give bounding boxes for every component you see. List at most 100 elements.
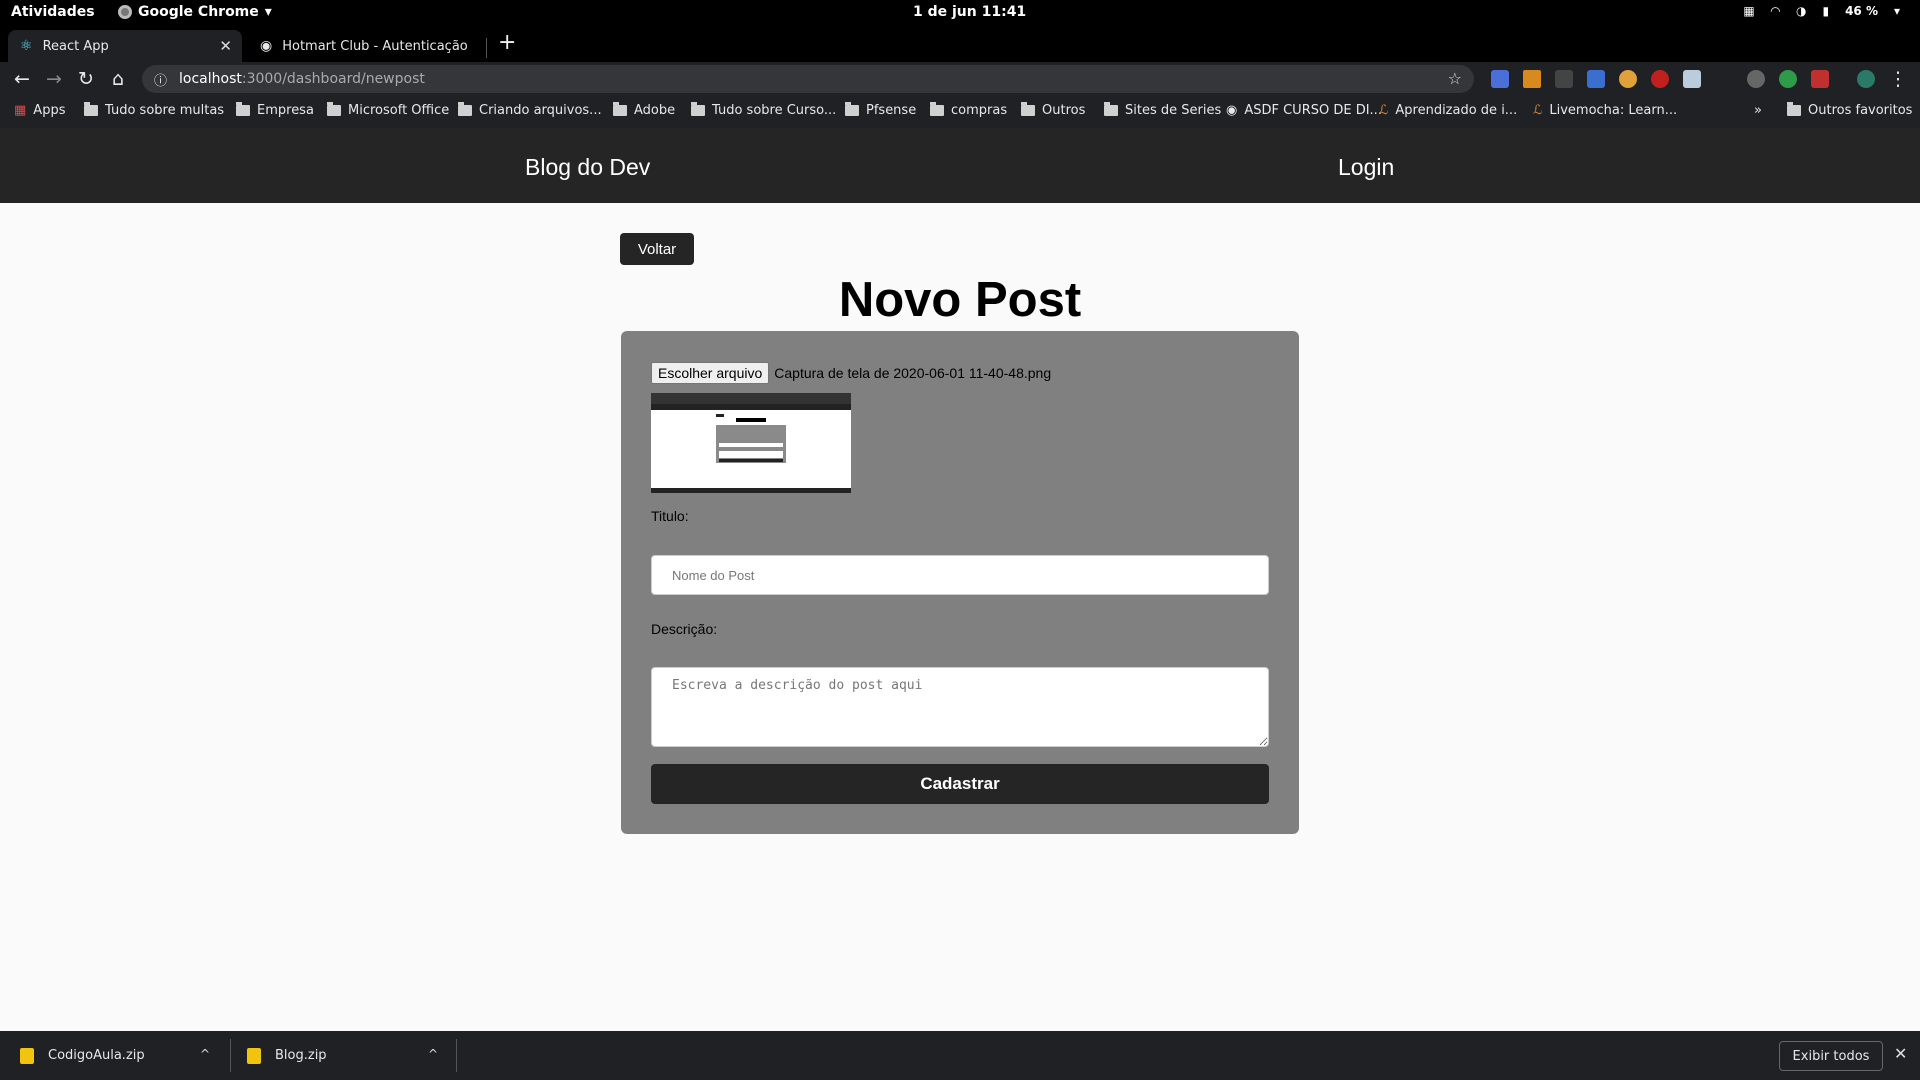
reload-icon[interactable]: ↻	[74, 67, 98, 91]
tab-title: React App	[42, 38, 109, 54]
profile-avatar[interactable]	[1857, 70, 1875, 88]
download-extension-icon[interactable]	[1523, 70, 1541, 88]
app-header: Blog do Dev Login	[0, 128, 1920, 203]
tab-react-app[interactable]: ⚛ React App ✕	[8, 30, 242, 62]
home-icon[interactable]: ⌂	[106, 67, 130, 91]
download-item[interactable]: Blog.zip	[247, 1031, 327, 1080]
shield-extension-icon[interactable]	[1587, 70, 1605, 88]
tab-strip: ⚛ React App ✕ ◉ Hotmart Club - Autentica…	[0, 26, 1920, 62]
bookmark-other-favorites[interactable]: Outros favoritos	[1787, 102, 1912, 118]
adblock-extension-icon[interactable]	[1651, 70, 1669, 88]
extension-icon[interactable]	[1779, 70, 1797, 88]
app-menu[interactable]: Google Chrome ▾	[118, 4, 272, 20]
bookmark-folder[interactable]: Tudo sobre multas	[84, 102, 224, 118]
activities-button[interactable]: Atividades	[11, 4, 95, 20]
menu-kebab-icon[interactable]: ⋮	[1886, 67, 1910, 91]
folder-icon	[458, 102, 472, 116]
folder-icon	[1021, 102, 1035, 116]
apps-grid-icon: ▦	[14, 103, 27, 118]
divider	[230, 1039, 231, 1072]
extension-icon[interactable]	[1811, 70, 1829, 88]
back-arrow-icon[interactable]: ←	[10, 67, 34, 91]
forward-arrow-icon[interactable]: →	[42, 67, 66, 91]
folder-icon	[1787, 102, 1801, 116]
login-link[interactable]: Login	[1338, 154, 1394, 181]
description-label: Descrição:	[651, 621, 718, 637]
bookmark-folder[interactable]: Pfsense	[845, 102, 916, 118]
bookmark-folder[interactable]: Sites de Series	[1104, 102, 1221, 118]
new-tab-button[interactable]: +	[498, 30, 516, 55]
bookmark-folder[interactable]: Outros	[1021, 102, 1085, 118]
url-path: :3000/dashboard/newpost	[241, 71, 425, 87]
selected-file-name: Captura de tela de 2020-06-01 11-40-48.p…	[774, 365, 1052, 381]
show-all-downloads-button[interactable]: Exibir todos	[1779, 1041, 1883, 1071]
folder-icon	[327, 102, 341, 116]
download-filename: Blog.zip	[275, 1048, 327, 1063]
app-menu-label: Google Chrome	[138, 4, 259, 20]
chevron-down-icon: ▾	[1893, 4, 1900, 18]
tab-separator	[486, 38, 487, 58]
translate-extension-icon[interactable]	[1491, 70, 1509, 88]
folder-icon	[845, 102, 859, 116]
battery-level: 46 %	[1845, 4, 1878, 18]
link-icon: ℒ	[1379, 103, 1389, 118]
title-label: Titulo:	[651, 508, 689, 524]
bookmark-link[interactable]: ◉ ASDF CURSO DE DI...	[1226, 103, 1382, 118]
bookmark-folder[interactable]: Microsoft Office	[327, 102, 449, 118]
bookmark-star-icon[interactable]: ☆	[1448, 69, 1462, 88]
bookmark-folder[interactable]: Empresa	[236, 102, 314, 118]
download-filename: CodigoAula.zip	[48, 1048, 145, 1063]
wifi-icon: ◠	[1770, 4, 1780, 18]
download-item[interactable]: CodigoAula.zip	[20, 1031, 145, 1080]
system-tray[interactable]: ▦ ◠ ◑ ▮ 46 % ▾	[1743, 4, 1900, 18]
submit-button[interactable]: Cadastrar	[651, 764, 1269, 804]
chevron-up-icon[interactable]: ^	[200, 1047, 210, 1061]
folder-icon	[84, 102, 98, 116]
post-description-textarea[interactable]	[651, 667, 1269, 747]
folder-icon	[930, 102, 944, 116]
tab-hotmart[interactable]: ◉ Hotmart Club - Autenticação	[248, 30, 482, 62]
bookmark-link[interactable]: ℒ Aprendizado de i...	[1379, 103, 1517, 118]
image-preview	[651, 393, 851, 493]
zip-file-icon	[20, 1047, 34, 1064]
clock[interactable]: 1 de jun 11:41	[913, 4, 1026, 20]
folder-icon	[691, 102, 705, 116]
extension-icon[interactable]	[1619, 70, 1637, 88]
download-shelf: CodigoAula.zip ^ Blog.zip ^ Exibir todos…	[0, 1031, 1920, 1080]
extension-icon[interactable]	[1747, 70, 1765, 88]
url-host: localhost	[179, 71, 242, 87]
bookmark-apps[interactable]: ▦ Apps	[14, 103, 65, 118]
bookmark-link[interactable]: ℒ Livemocha: Learn...	[1533, 103, 1677, 118]
bookmarks-overflow-button[interactable]: »	[1754, 103, 1762, 118]
back-button[interactable]: Voltar	[620, 233, 694, 265]
globe-icon: ◉	[260, 38, 273, 54]
bookmark-folder[interactable]: Tudo sobre Curso...	[691, 102, 836, 118]
post-title-input[interactable]	[651, 555, 1269, 595]
tab-title: Hotmart Club - Autenticação	[282, 38, 468, 54]
extension-icon[interactable]	[1683, 70, 1701, 88]
chevron-up-icon[interactable]: ^	[428, 1047, 438, 1061]
window-grid-icon: ▦	[1743, 4, 1755, 18]
choose-file-button[interactable]: Escolher arquivo	[651, 362, 770, 384]
close-icon[interactable]: ✕	[1894, 1044, 1907, 1063]
bookmark-folder[interactable]: Criando arquivos...	[458, 102, 602, 118]
folder-icon	[236, 102, 250, 116]
close-icon[interactable]: ✕	[219, 37, 232, 55]
browser-toolbar: ← → ↻ ⌂ ⓘ localhost:3000/dashboard/newpo…	[0, 62, 1920, 96]
address-bar[interactable]: ⓘ localhost:3000/dashboard/newpost ☆	[142, 65, 1474, 93]
bookmark-folder[interactable]: compras	[930, 102, 1007, 118]
divider	[456, 1039, 457, 1072]
folder-icon	[1104, 102, 1118, 116]
battery-icon: ▮	[1822, 4, 1830, 18]
new-post-form: Escolher arquivo Captura de tela de 2020…	[621, 331, 1299, 834]
globe-icon: ◉	[1226, 103, 1238, 118]
brand-link[interactable]: Blog do Dev	[525, 154, 650, 181]
bookmarks-bar: ▦ Apps Tudo sobre multas Empresa Microso…	[0, 96, 1920, 128]
zip-file-icon	[247, 1047, 261, 1064]
bookmark-folder[interactable]: Adobe	[613, 102, 675, 118]
react-icon: ⚛	[20, 38, 33, 54]
link-icon: ℒ	[1533, 103, 1543, 118]
info-icon: ⓘ	[154, 73, 168, 89]
extension-icon[interactable]	[1555, 70, 1573, 88]
chevron-down-icon: ▾	[264, 4, 272, 20]
